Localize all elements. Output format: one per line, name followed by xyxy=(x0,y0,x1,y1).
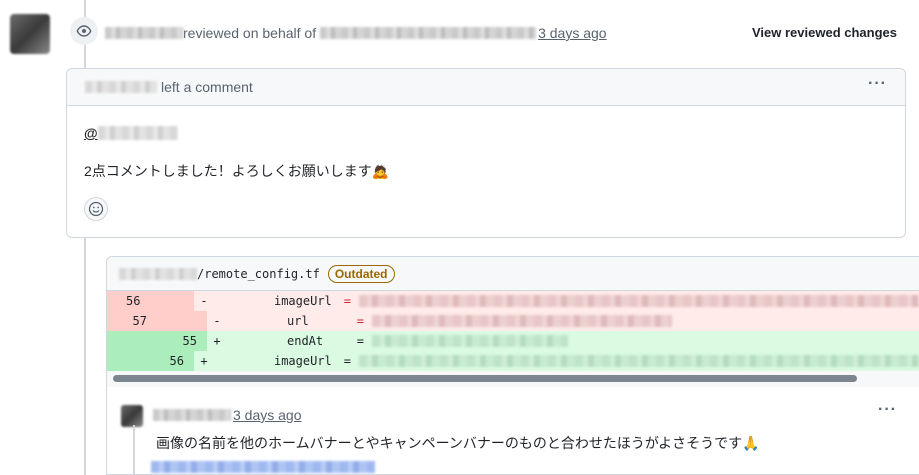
file-dir xyxy=(119,267,197,280)
review-summary: reviewed on behalf of 3 days ago xyxy=(105,25,607,41)
old-line-number[interactable]: 57 xyxy=(107,311,157,331)
code-key: imageUrl xyxy=(273,294,332,308)
comment-menu-icon[interactable]: ··· xyxy=(868,75,887,93)
diff-hunk: 56 - imageUrl = 57 - url = 55 + endAt = … xyxy=(107,291,919,371)
diff-sign: + xyxy=(213,334,221,348)
code-key: url xyxy=(287,314,345,328)
old-line-number[interactable]: 56 xyxy=(107,291,151,311)
diff-code: imageUrl = xyxy=(214,291,919,311)
review-thread: /remote_config.tf Outdated 56 - imageUrl… xyxy=(106,256,919,475)
code-value xyxy=(372,315,673,327)
reply-author: 3 days ago xyxy=(153,407,302,423)
reply-link[interactable] xyxy=(151,458,375,474)
code-key: imageUrl xyxy=(273,354,332,368)
reply-author-name[interactable] xyxy=(153,409,231,421)
diff-line[interactable]: 57 - url = xyxy=(107,311,919,331)
diff-line[interactable]: 56 - imageUrl = xyxy=(107,291,919,311)
reply-menu-icon[interactable]: ··· xyxy=(878,401,897,419)
mention-at: @ xyxy=(84,125,98,141)
link-text xyxy=(151,461,375,474)
old-line-number xyxy=(107,331,157,351)
diff-line[interactable]: 55 + endAt = xyxy=(107,331,919,351)
horizontal-scrollbar[interactable] xyxy=(107,371,919,387)
view-reviewed-changes-link[interactable]: View reviewed changes xyxy=(752,25,897,40)
code-operator: = xyxy=(343,354,351,368)
review-timestamp[interactable]: 3 days ago xyxy=(538,25,607,41)
smiley-icon xyxy=(88,201,104,217)
reviewer-avatar[interactable] xyxy=(10,14,50,54)
comment-header-text: left a comment xyxy=(161,79,253,95)
new-line-number xyxy=(157,311,207,331)
mention-user xyxy=(97,126,178,140)
reply-thread-line xyxy=(133,425,135,474)
outdated-badge: Outdated xyxy=(327,264,395,283)
code-key: endAt xyxy=(287,334,345,348)
old-line-number xyxy=(107,351,151,371)
thread-connector-line xyxy=(84,238,86,475)
code-value xyxy=(372,335,569,347)
diff-sign: - xyxy=(213,314,221,328)
scrollbar-thumb[interactable] xyxy=(113,375,857,382)
file-header: /remote_config.tf Outdated xyxy=(107,257,919,291)
new-line-number[interactable]: 56 xyxy=(150,351,194,371)
diff-sign: - xyxy=(200,294,208,308)
review-comment: left a comment ··· @ 2点コメントしました！よろしくお願いし… xyxy=(66,68,906,238)
diff-code: endAt = xyxy=(227,331,919,351)
reply-body: 画像の名前を他のホームバナーとやキャンペーンバナーのものと合わせたほうがよさそう… xyxy=(156,435,760,451)
file-path[interactable]: /remote_config.tf xyxy=(119,267,320,281)
diff-line[interactable]: 56 + imageUrl = xyxy=(107,351,919,371)
diff-code: url = xyxy=(227,311,919,331)
comment-author-name[interactable] xyxy=(85,81,157,93)
code-operator: = xyxy=(343,294,351,308)
reply-author-avatar[interactable] xyxy=(121,405,143,427)
diff-code: imageUrl = xyxy=(214,351,919,371)
code-value xyxy=(359,295,919,307)
comment-header: left a comment xyxy=(67,69,905,106)
new-line-number xyxy=(150,291,194,311)
diff-sign: + xyxy=(200,354,208,368)
team-name[interactable] xyxy=(320,27,537,39)
reviewer-name[interactable] xyxy=(105,27,183,39)
code-operator: = xyxy=(356,314,365,328)
reply-timestamp[interactable]: 3 days ago xyxy=(233,407,302,423)
code-value xyxy=(359,355,919,367)
new-line-number[interactable]: 55 xyxy=(157,331,207,351)
review-action-text: reviewed on behalf of xyxy=(183,25,317,41)
code-operator: = xyxy=(356,334,365,348)
eye-icon xyxy=(70,17,98,45)
comment-body: 2点コメントしました！よろしくお願いします🙇 xyxy=(84,163,390,179)
file-name: /remote_config.tf xyxy=(197,266,320,281)
add-reaction-button[interactable] xyxy=(84,197,108,221)
mention[interactable]: @ xyxy=(84,125,178,141)
